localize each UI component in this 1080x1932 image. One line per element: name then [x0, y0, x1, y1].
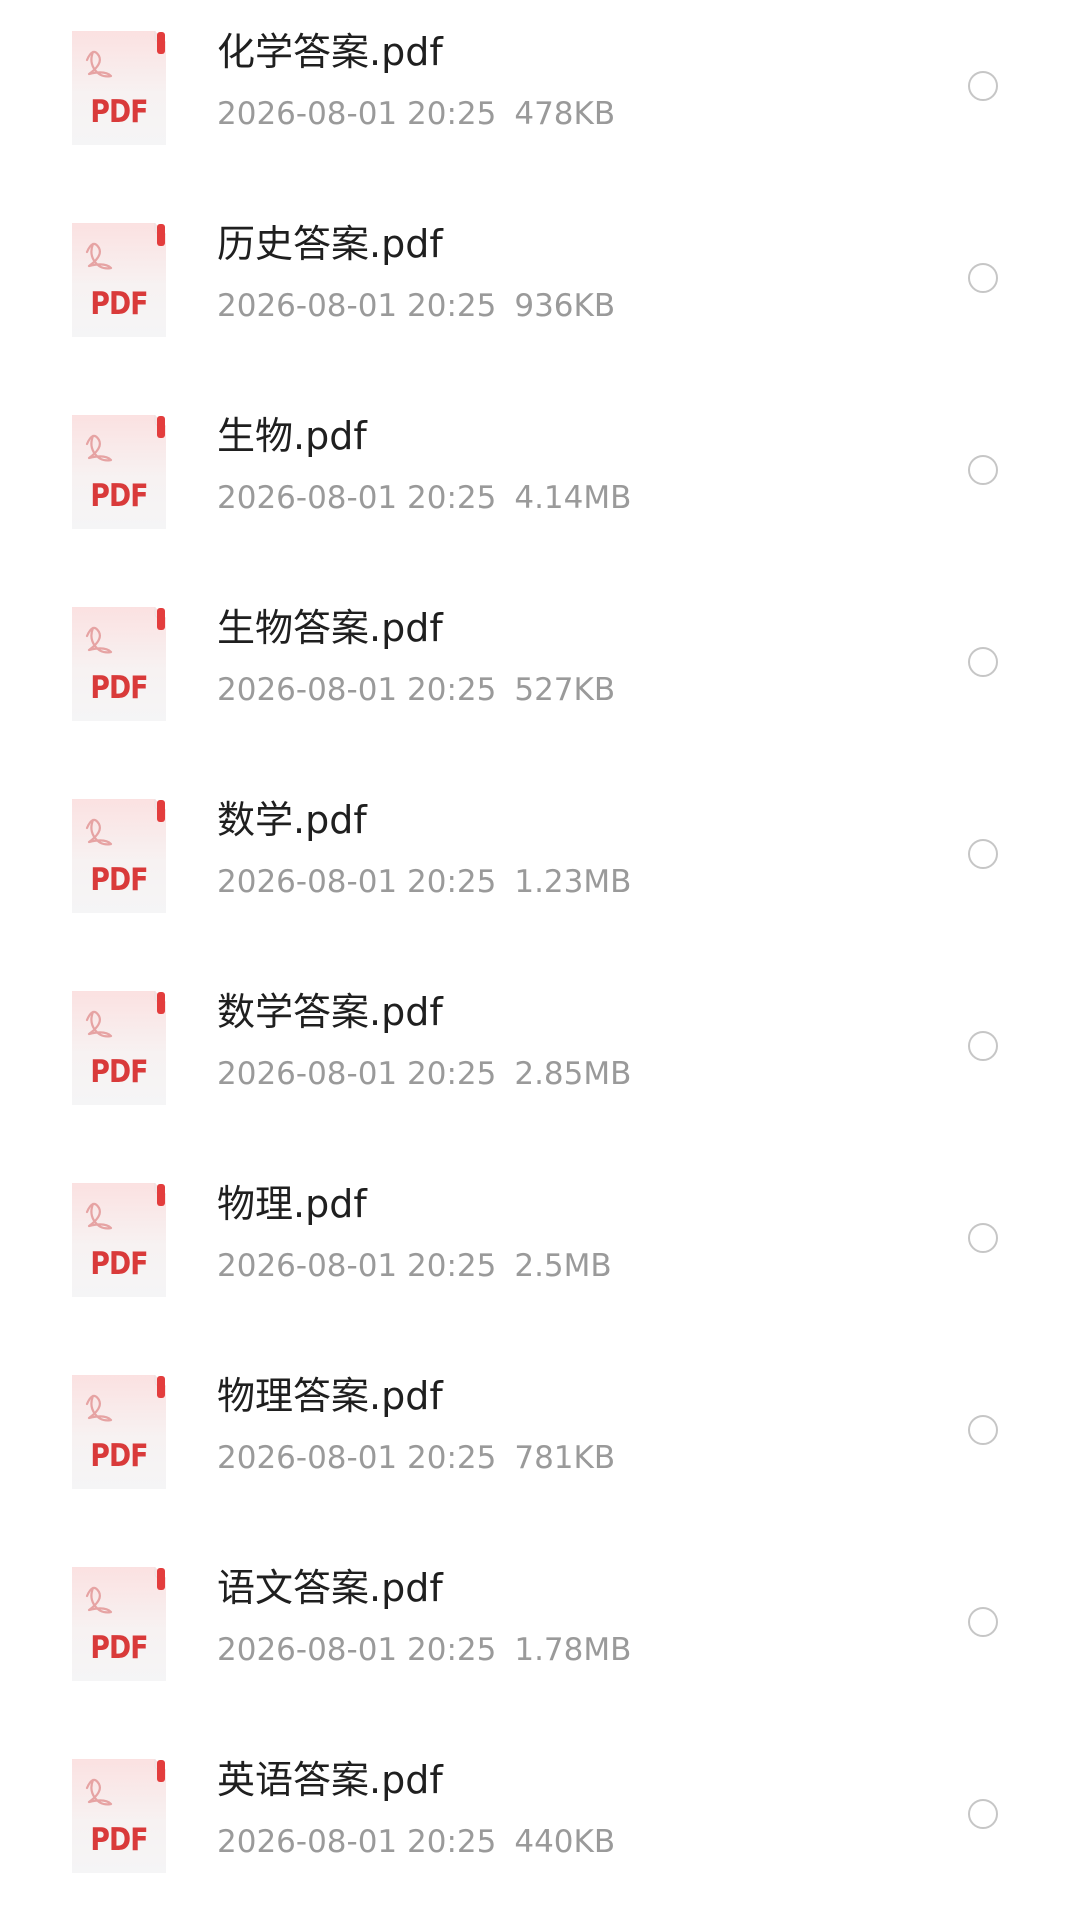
- pdf-file-icon: PDF: [69, 796, 169, 916]
- pdf-file-icon: PDF: [69, 28, 169, 148]
- file-date: 2026-08-01 20:25: [217, 864, 497, 900]
- file-date: 2026-08-01 20:25: [217, 672, 497, 708]
- file-meta: 2026-08-01 20:25 2.5MB: [217, 1248, 612, 1285]
- file-meta: 2026-08-01 20:25 527KB: [217, 672, 615, 709]
- pdf-badge-label: PDF: [90, 286, 148, 322]
- file-name: 历史答案.pdf: [217, 222, 443, 266]
- file-date: 2026-08-01 20:25: [217, 1440, 497, 1476]
- file-meta: 2026-08-01 20:25 2.85MB: [217, 1056, 631, 1093]
- file-size: 2.5MB: [514, 1248, 612, 1284]
- file-meta: 2026-08-01 20:25 4.14MB: [217, 480, 631, 517]
- file-size: 478KB: [514, 96, 616, 132]
- file-date: 2026-08-01 20:25: [217, 96, 497, 132]
- select-radio-icon[interactable]: [968, 1031, 998, 1061]
- file-list: PDF 化学答案.pdf 2026-08-01 20:25 478KB PDF …: [0, 0, 1080, 1927]
- file-list-item[interactable]: PDF 物理.pdf 2026-08-01 20:25 2.5MB: [0, 1164, 1080, 1356]
- file-name: 物理.pdf: [217, 1182, 367, 1226]
- select-radio-icon[interactable]: [968, 647, 998, 677]
- file-name: 数学.pdf: [217, 798, 367, 842]
- file-name: 语文答案.pdf: [217, 1566, 443, 1610]
- file-size: 936KB: [514, 288, 616, 324]
- pdf-file-icon: PDF: [69, 1372, 169, 1492]
- file-date: 2026-08-01 20:25: [217, 1056, 497, 1092]
- file-list-item[interactable]: PDF 数学答案.pdf 2026-08-01 20:25 2.85MB: [0, 972, 1080, 1164]
- pdf-file-icon: PDF: [69, 604, 169, 724]
- select-radio-icon[interactable]: [968, 71, 998, 101]
- select-radio-icon[interactable]: [968, 839, 998, 869]
- file-size: 1.78MB: [514, 1632, 632, 1668]
- file-name: 数学答案.pdf: [217, 990, 443, 1034]
- pdf-file-icon: PDF: [69, 988, 169, 1108]
- file-list-item[interactable]: PDF 生物.pdf 2026-08-01 20:25 4.14MB: [0, 396, 1080, 588]
- file-date: 2026-08-01 20:25: [217, 1824, 497, 1860]
- select-radio-icon[interactable]: [968, 263, 998, 293]
- pdf-badge-label: PDF: [90, 670, 148, 706]
- file-date: 2026-08-01 20:25: [217, 1632, 497, 1668]
- pdf-badge-label: PDF: [90, 1630, 148, 1666]
- file-list-item[interactable]: PDF 英语答案.pdf 2026-08-01 20:25 440KB: [0, 1740, 1080, 1932]
- pdf-badge-label: PDF: [90, 1054, 148, 1090]
- file-size: 2.85MB: [514, 1056, 632, 1092]
- file-list-item[interactable]: PDF 语文答案.pdf 2026-08-01 20:25 1.78MB: [0, 1548, 1080, 1740]
- file-name: 化学答案.pdf: [217, 30, 443, 74]
- file-meta: 2026-08-01 20:25 440KB: [217, 1824, 615, 1861]
- select-radio-icon[interactable]: [968, 455, 998, 485]
- file-date: 2026-08-01 20:25: [217, 480, 497, 516]
- pdf-file-icon: PDF: [69, 1180, 169, 1300]
- file-meta: 2026-08-01 20:25 1.23MB: [217, 864, 631, 901]
- file-size: 1.23MB: [514, 864, 632, 900]
- pdf-badge-label: PDF: [90, 478, 148, 514]
- file-size: 781KB: [514, 1440, 616, 1476]
- select-radio-icon[interactable]: [968, 1607, 998, 1637]
- file-meta: 2026-08-01 20:25 478KB: [217, 96, 615, 133]
- file-meta: 2026-08-01 20:25 936KB: [217, 288, 615, 325]
- pdf-badge-label: PDF: [90, 1822, 148, 1858]
- file-name: 生物.pdf: [217, 414, 367, 458]
- file-meta: 2026-08-01 20:25 781KB: [217, 1440, 615, 1477]
- file-name: 英语答案.pdf: [217, 1758, 443, 1802]
- file-size: 4.14MB: [514, 480, 632, 516]
- pdf-badge-label: PDF: [90, 1246, 148, 1282]
- file-list-item[interactable]: PDF 化学答案.pdf 2026-08-01 20:25 478KB: [0, 12, 1080, 204]
- select-radio-icon[interactable]: [968, 1415, 998, 1445]
- pdf-file-icon: PDF: [69, 1756, 169, 1876]
- file-list-item[interactable]: PDF 生物答案.pdf 2026-08-01 20:25 527KB: [0, 588, 1080, 780]
- file-name: 生物答案.pdf: [217, 606, 443, 650]
- file-list-item[interactable]: PDF 物理答案.pdf 2026-08-01 20:25 781KB: [0, 1356, 1080, 1548]
- pdf-file-icon: PDF: [69, 220, 169, 340]
- file-size: 527KB: [514, 672, 616, 708]
- file-date: 2026-08-01 20:25: [217, 288, 497, 324]
- pdf-badge-label: PDF: [90, 94, 148, 130]
- select-radio-icon[interactable]: [968, 1223, 998, 1253]
- file-list-item[interactable]: PDF 数学.pdf 2026-08-01 20:25 1.23MB: [0, 780, 1080, 972]
- file-size: 440KB: [514, 1824, 616, 1860]
- pdf-badge-label: PDF: [90, 1438, 148, 1474]
- file-list-item[interactable]: PDF 历史答案.pdf 2026-08-01 20:25 936KB: [0, 204, 1080, 396]
- pdf-file-icon: PDF: [69, 412, 169, 532]
- file-meta: 2026-08-01 20:25 1.78MB: [217, 1632, 631, 1669]
- select-radio-icon[interactable]: [968, 1799, 998, 1829]
- file-name: 物理答案.pdf: [217, 1374, 443, 1418]
- pdf-badge-label: PDF: [90, 862, 148, 898]
- file-date: 2026-08-01 20:25: [217, 1248, 497, 1284]
- pdf-file-icon: PDF: [69, 1564, 169, 1684]
